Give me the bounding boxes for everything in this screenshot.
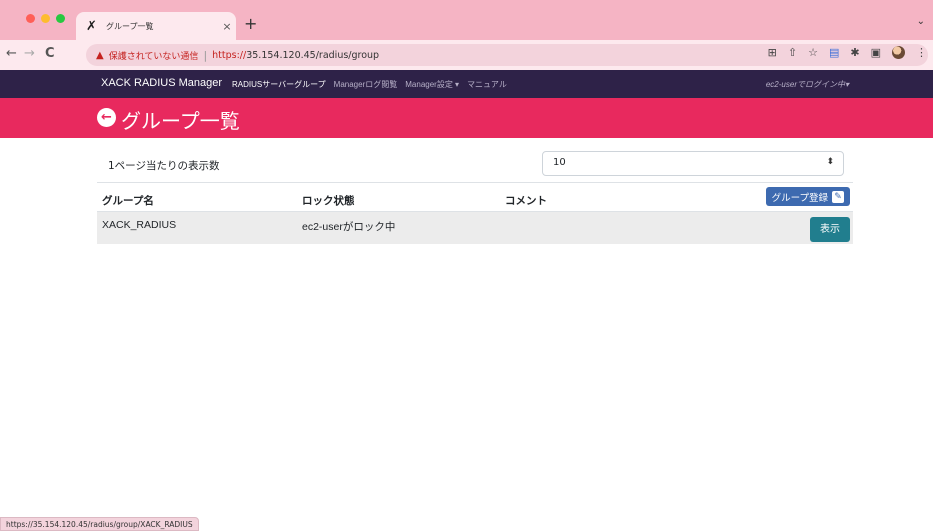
- register-group-label: グループ登録: [771, 192, 828, 204]
- profile-avatar-icon[interactable]: [892, 46, 905, 59]
- app-navbar: XACK RADIUS Manager RADIUSサーバーグループ Manag…: [0, 70, 933, 98]
- app-brand[interactable]: XACK RADIUS Manager: [101, 77, 222, 89]
- per-page-select[interactable]: 10 ⬍: [542, 151, 844, 176]
- select-updown-icon: ⬍: [826, 157, 834, 167]
- url-separator: |: [203, 48, 208, 62]
- reload-icon[interactable]: C: [45, 46, 55, 62]
- bookmark-star-icon[interactable]: ☆: [808, 46, 818, 59]
- security-status-text[interactable]: 保護されていない通信: [109, 49, 199, 62]
- tab-title: グループ一覧: [106, 21, 154, 31]
- nav-link-manual[interactable]: マニュアル: [467, 79, 507, 90]
- forward-arrow-icon[interactable]: →: [24, 46, 35, 62]
- register-group-button[interactable]: グループ登録 ✎: [765, 187, 850, 206]
- browser-address-bar: ← → C ▲ 保護されていない通信 | https:// 35.154.120…: [0, 40, 933, 70]
- user-menu[interactable]: ec2-userでログイン中▾: [766, 79, 849, 90]
- link-status-bar: https://35.154.120.45/radius/group/XACK_…: [0, 517, 199, 531]
- table-header: グループ名 ロック状態 コメント グループ登録 ✎: [97, 182, 853, 212]
- app-favicon-icon: ✗: [86, 18, 97, 34]
- warning-triangle-icon[interactable]: ▲: [96, 50, 104, 61]
- browser-tab[interactable]: ✗ グループ一覧 ×: [76, 12, 236, 40]
- nav-link-manager-log[interactable]: Managerログ閲覧: [334, 79, 398, 90]
- page-title: グループ一覧: [121, 111, 240, 133]
- window-zoom-button[interactable]: [56, 14, 65, 23]
- window-minimize-button[interactable]: [41, 14, 50, 23]
- table-row: XACK_RADIUS ec2-userがロック中 表示: [97, 212, 853, 244]
- column-header-group-name: グループ名: [102, 195, 154, 207]
- nav-link-radius-groups[interactable]: RADIUSサーバーグループ: [232, 79, 326, 90]
- browser-tab-bar: ✗ グループ一覧 × + ⌄: [0, 0, 933, 40]
- group-table: グループ名 ロック状態 コメント グループ登録 ✎ XACK_RADIUS ec…: [97, 182, 853, 244]
- window-close-button[interactable]: [26, 14, 35, 23]
- browser-toolbar-icons: ⊞ ⇧ ☆ ▤ ✱ ▣ ⋮: [768, 46, 927, 59]
- back-circle-icon[interactable]: ←: [97, 108, 116, 127]
- url-path: 35.154.120.45/radius/group: [246, 49, 380, 61]
- lock-status-cell: ec2-userがロック中: [302, 221, 396, 233]
- url-scheme: https://: [212, 49, 247, 61]
- per-page-value: 10: [553, 157, 566, 168]
- back-arrow-icon[interactable]: ←: [6, 46, 17, 62]
- extension-icon[interactable]: ▤: [829, 46, 839, 59]
- page-header: ← グループ一覧: [0, 98, 933, 138]
- group-name-cell: XACK_RADIUS: [102, 219, 177, 231]
- column-header-comment: コメント: [505, 195, 547, 207]
- browser-menu-icon[interactable]: ⋮: [916, 46, 927, 59]
- per-page-label: 1ページ当たりの表示数: [108, 160, 220, 172]
- show-group-button[interactable]: 表示: [810, 217, 850, 242]
- nav-link-manager-settings[interactable]: Manager設定 ▾: [405, 79, 459, 90]
- tab-close-icon[interactable]: ×: [218, 20, 236, 33]
- share-icon[interactable]: ⇧: [788, 46, 797, 59]
- side-panel-icon[interactable]: ▣: [871, 46, 881, 59]
- tab-search-chevron-icon[interactable]: ⌄: [917, 16, 925, 27]
- new-tab-button[interactable]: +: [244, 16, 257, 32]
- edit-pencil-icon: ✎: [832, 190, 844, 203]
- column-header-lock-status: ロック状態: [302, 195, 355, 207]
- app-nav-links: RADIUSサーバーグループ Managerログ閲覧 Manager設定 ▾ マ…: [232, 79, 515, 90]
- extensions-puzzle-icon[interactable]: ✱: [850, 46, 859, 59]
- translate-icon[interactable]: ⊞: [768, 46, 777, 59]
